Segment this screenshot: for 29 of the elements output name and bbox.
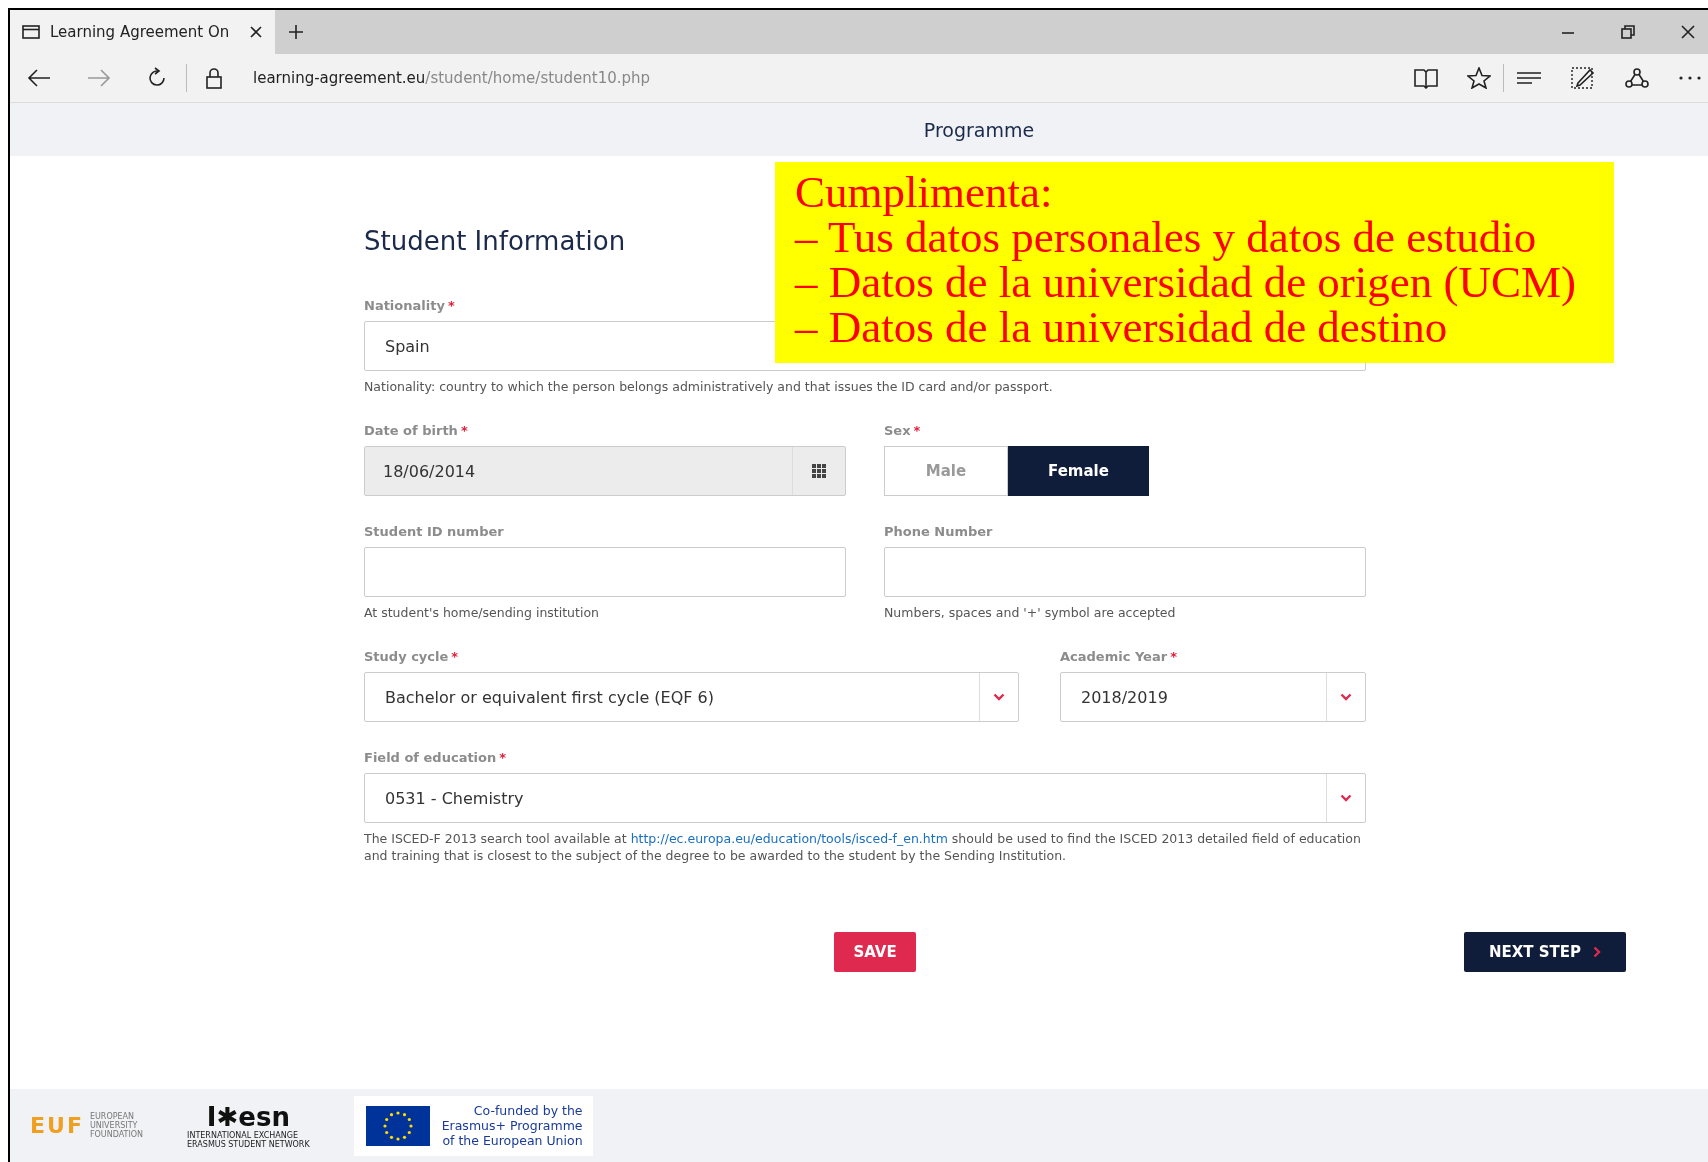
required-mark: *	[1170, 649, 1177, 664]
required-mark: *	[460, 423, 468, 438]
field-label: Nationality	[364, 298, 445, 313]
field-label: Field of education	[364, 750, 497, 765]
required-mark: *	[447, 298, 455, 313]
page-heading: Programme	[923, 118, 1035, 141]
field-label: Sex	[884, 423, 911, 438]
esn-logo-text: INTERNATIONAL EXCHANGE ERASMUS STUDENT NETWORK	[187, 1130, 310, 1149]
field-label: Date of birth	[364, 423, 458, 438]
required-mark: *	[913, 423, 921, 438]
annotation-text: – Datos de la universidad de destino	[795, 305, 1448, 350]
field-label: Academic Year	[1060, 649, 1168, 664]
field-label: Student ID number	[364, 524, 504, 539]
help-text: The ISCED-F 2013 search tool available at http://ec.europa.eu/education/tools/isced-f_en.htm should be used to find the ISCED 2013 detailed field of education and training that is closest to the subject of the degree to be awarded to the student by the Sending Institution.	[364, 830, 1362, 864]
euf-logo-mark: EUF	[30, 1113, 84, 1138]
annotation-text: Cumplimenta:	[795, 170, 1054, 215]
esn-logo-mark: I✱esn	[206, 1102, 290, 1131]
help-text: At student's home/sending institution	[364, 604, 600, 621]
annotation-text: – Tus datos personales y datos de estudio	[795, 215, 1538, 260]
field-label: Study cycle	[364, 649, 449, 664]
euf-logo-text: EUROPEAN UNIVERSITY FOUNDATION	[89, 1112, 144, 1139]
required-mark: *	[451, 649, 459, 664]
help-text: Nationality: country to which the person belongs administratively and that issues the ID card and/or passport.	[364, 378, 1054, 395]
eu-cofunded-text: Co-funded by the Erasmus+ Programme of the European Union	[441, 1103, 583, 1148]
section-title: Student Information	[364, 226, 626, 256]
help-text: Numbers, spaces and '+' symbol are accepted	[884, 604, 1177, 621]
annotation-text: – Datos de la universidad de origen (UCM)	[795, 260, 1578, 305]
required-mark: *	[499, 750, 507, 765]
field-label: Phone Number	[884, 524, 993, 539]
